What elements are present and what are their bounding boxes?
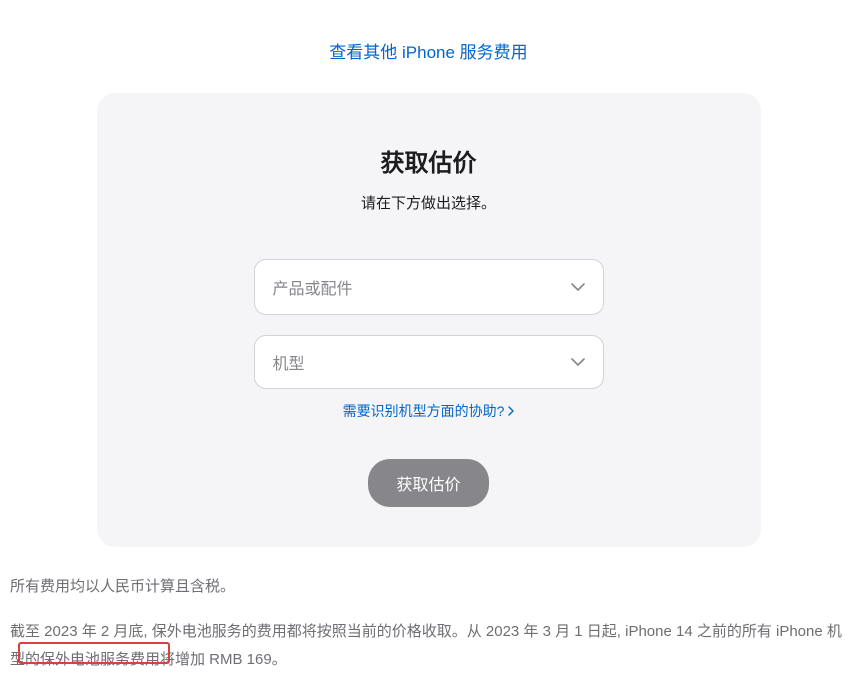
footer-para-price-change: 截至 2023 年 2 月底, 保外电池服务的费用都将按照当前的价格收取。从 2… [10,618,847,675]
help-link-text: 需要识别机型方面的协助? [343,401,505,421]
footer-para2-text: 截至 2023 年 2 月底, 保外电池服务的费用都将按照当前的价格收取。从 2… [10,623,842,669]
get-estimate-button[interactable]: 获取估价 [368,459,488,507]
card-title: 获取估价 [137,143,721,178]
card-subtitle: 请在下方做出选择。 [137,192,721,213]
chevron-down-icon [571,278,585,296]
chevron-right-icon [508,403,514,419]
estimate-card: 获取估价 请在下方做出选择。 产品或配件 机型 需要识别机型方面的协助? 获取估… [97,93,761,547]
product-select[interactable]: 产品或配件 [254,259,604,315]
model-select[interactable]: 机型 [254,335,604,389]
model-select-placeholder: 机型 [273,350,305,374]
product-select-placeholder: 产品或配件 [273,275,353,299]
other-iphone-services-link[interactable]: 查看其他 iPhone 服务费用 [329,43,527,62]
chevron-down-icon [571,353,585,371]
footer-para-currency: 所有费用均以人民币计算且含税。 [10,573,847,602]
top-link-container: 查看其他 iPhone 服务费用 [0,0,857,93]
footer-notes: 所有费用均以人民币计算且含税。 截至 2023 年 2 月底, 保外电池服务的费… [0,547,857,675]
help-link-row: 需要识别机型方面的协助? [137,401,721,421]
identify-model-help-link[interactable]: 需要识别机型方面的协助? [343,401,515,421]
